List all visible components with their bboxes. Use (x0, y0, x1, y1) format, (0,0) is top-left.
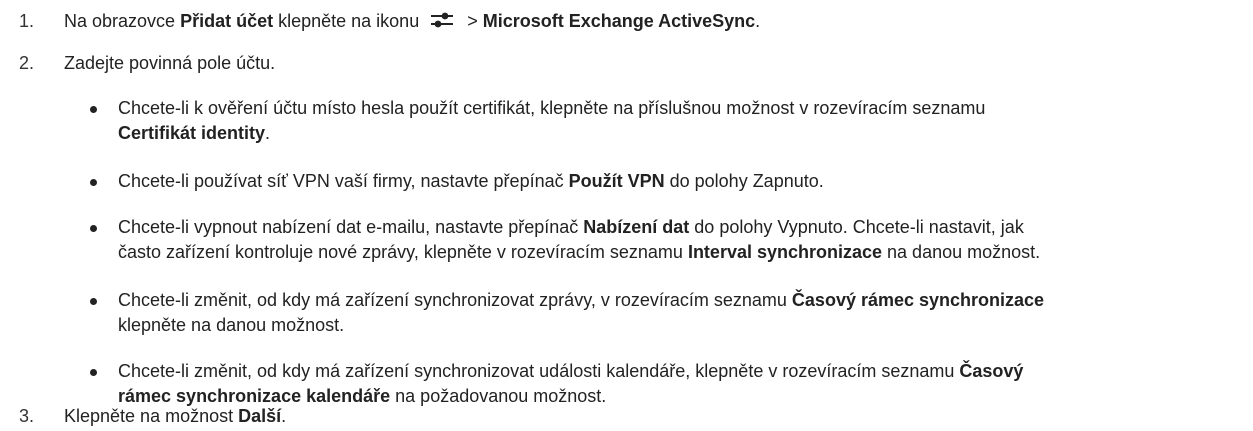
list-item-text-segment: do polohy Vypnuto. Chcete-li nastavit, j… (689, 217, 1024, 237)
button-next: Další (238, 406, 282, 426)
screen-name-add-account: Přidat účet (180, 11, 274, 31)
list-item-text-segment: Chcete-li změnit, od kdy má zařízení syn… (118, 290, 792, 310)
list-item-text: Chcete-li k ověření účtu místo hesla pou… (118, 96, 1243, 146)
list-item-line: často zařízení kontroluje nové zprávy, k… (118, 240, 1243, 265)
step-text: Na obrazovce Přidat účet klepněte na iko… (64, 9, 760, 34)
step-text-segment: . (755, 11, 761, 31)
list-item-text-segment: Chcete-li používat síť VPN vaší firmy, n… (118, 171, 569, 191)
list-item-line: Chcete-li používat síť VPN vaší firmy, n… (118, 169, 1243, 194)
step-number: 2. (19, 53, 35, 73)
setting-use-vpn: Použít VPN (568, 171, 665, 191)
list-item-text-segment: na požadovanou možnost. (390, 386, 607, 406)
list-item-text: Chcete-li používat síť VPN vaší firmy, n… (118, 169, 1243, 194)
step-number: 1. (19, 11, 35, 31)
bullet-icon (90, 369, 97, 376)
bullet-icon (90, 225, 97, 232)
step-text: Zadejte povinná pole účtu. (64, 53, 276, 73)
setting-identity-certificate: Certifikát identity (118, 123, 266, 143)
list-item-line: rámec synchronizace kalendáře na požadov… (118, 384, 1243, 409)
list-item-text-segment: Chcete-li změnit, od kdy má zařízení syn… (118, 361, 960, 381)
list-item-text-segment: do polohy Zapnuto. (664, 171, 824, 191)
list-item-line: Chcete-li změnit, od kdy má zařízení syn… (118, 288, 1243, 313)
settings-sliders-icon (430, 10, 454, 30)
step-text-segment: Na obrazovce (64, 11, 181, 31)
step-text-segment: Klepněte na možnost (64, 406, 239, 426)
step-number: 3. (19, 406, 35, 426)
instructions-document: 1. Na obrazovce Přidat účet klepněte na … (0, 0, 1253, 431)
setting-sync-timeframe: Časový rámec synchronizace (791, 290, 1045, 310)
bullet-icon (90, 179, 97, 186)
list-item-line: Chcete-li změnit, od kdy má zařízení syn… (118, 359, 1243, 384)
setting-sync-interval: Interval synchronizace (687, 242, 883, 262)
list-item-text-segment: Chcete-li vypnout nabízení dat e-mailu, … (118, 217, 584, 237)
list-item-text-segment: na danou možnost. (882, 242, 1041, 262)
list-item-text-segment: . (265, 123, 271, 143)
step-text-segment: > (462, 11, 483, 31)
setting-calendar-sync-timeframe: Časový (959, 361, 1024, 381)
step-text-segment: klepněte na ikonu (273, 11, 425, 31)
list-item-text: Chcete-li vypnout nabízení dat e-mailu, … (118, 215, 1243, 265)
setting-data-push: Nabízení dat (583, 217, 690, 237)
list-item-line: Certifikát identity. (118, 121, 1243, 146)
bullet-icon (90, 298, 97, 305)
list-item-line: Chcete-li vypnout nabízení dat e-mailu, … (118, 215, 1243, 240)
step-text: Klepněte na možnost Další. (64, 404, 286, 429)
list-item-text: Chcete-li změnit, od kdy má zařízení syn… (118, 359, 1243, 409)
list-item-text: Chcete-li změnit, od kdy má zařízení syn… (118, 288, 1243, 338)
bullet-icon (90, 106, 97, 113)
step-text-segment: . (281, 406, 287, 426)
list-item-line: klepněte na danou možnost. (118, 315, 345, 335)
option-exchange-activesync: Microsoft Exchange ActiveSync (482, 11, 756, 31)
list-item-line: Chcete-li k ověření účtu místo hesla pou… (118, 98, 986, 118)
list-item-text-segment: často zařízení kontroluje nové zprávy, k… (118, 242, 688, 262)
setting-calendar-sync-timeframe: rámec synchronizace kalendáře (118, 386, 391, 406)
